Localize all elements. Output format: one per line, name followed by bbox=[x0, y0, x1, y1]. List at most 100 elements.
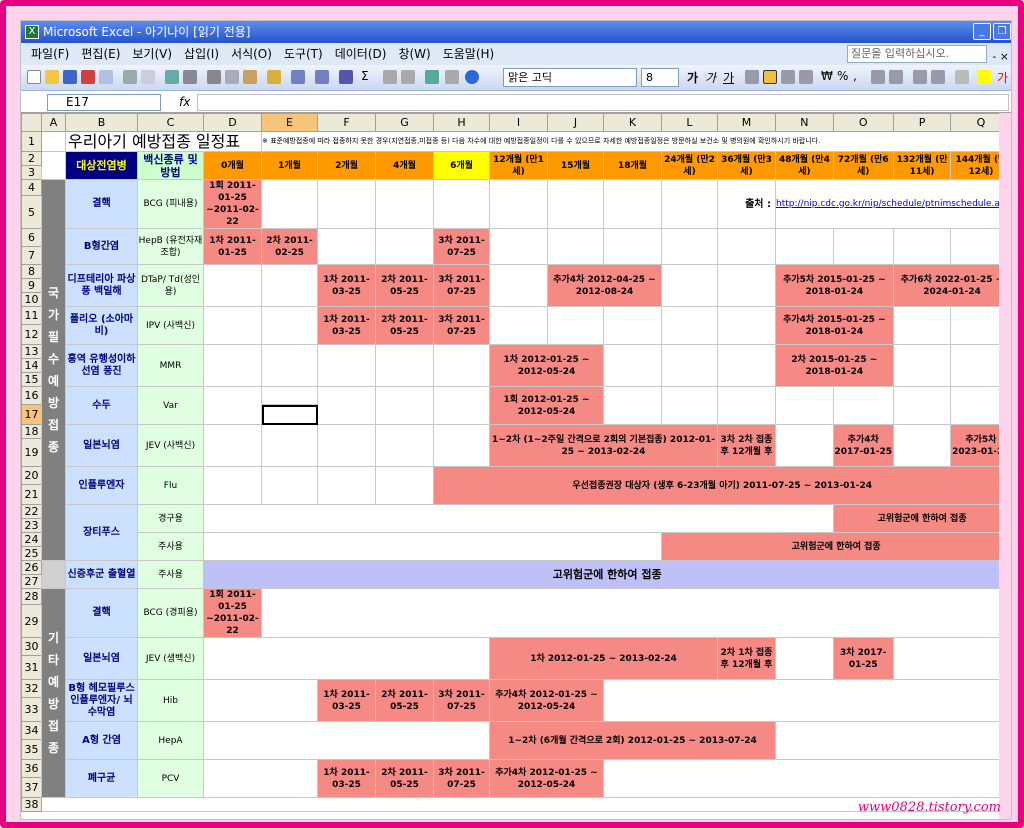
row-header[interactable]: 5 bbox=[21, 195, 42, 229]
font-color-icon[interactable]: 가 bbox=[997, 69, 1008, 86]
row-header[interactable]: 36 bbox=[21, 759, 42, 778]
cell[interactable] bbox=[261, 386, 318, 405]
row-header[interactable]: 8 bbox=[21, 264, 42, 279]
menu-view[interactable]: 보기(V) bbox=[126, 43, 178, 65]
row-header[interactable]: 20 bbox=[21, 466, 42, 485]
vaccine-cell[interactable]: 경구용 bbox=[137, 504, 204, 533]
sort-desc-icon[interactable] bbox=[401, 70, 415, 84]
align-left-icon[interactable] bbox=[745, 70, 759, 84]
header-month[interactable]: 132개월 (만11세) bbox=[892, 151, 952, 180]
schedule-cell[interactable]: 1차 2012-01-25 ~ 2013-02-24 bbox=[489, 637, 718, 680]
row-header[interactable]: 12 bbox=[21, 324, 42, 345]
schedule-cell[interactable]: 2차 2011-02-25 bbox=[261, 228, 318, 265]
paste-icon[interactable] bbox=[243, 70, 257, 84]
font-name-select[interactable]: 맑은 고딕 bbox=[503, 68, 637, 87]
cell[interactable] bbox=[661, 179, 718, 229]
cut-icon[interactable] bbox=[207, 70, 221, 84]
cell[interactable] bbox=[203, 386, 262, 425]
menu-help[interactable]: 도움말(H) bbox=[437, 43, 501, 65]
vaccine-cell[interactable]: JEV (사백신) bbox=[137, 424, 204, 467]
row-header[interactable]: 27 bbox=[21, 574, 42, 589]
schedule-cell[interactable]: 1차 2011-03-25 bbox=[317, 679, 376, 722]
row-header[interactable]: 6 bbox=[21, 228, 42, 247]
disease-cell[interactable]: 디프테리아 파상풍 백일해 bbox=[65, 264, 138, 307]
cell[interactable] bbox=[661, 344, 718, 387]
cell[interactable] bbox=[203, 424, 262, 467]
vaccine-cell[interactable]: PCV bbox=[137, 759, 204, 798]
vaccine-cell[interactable]: JEV (생백신) bbox=[137, 637, 204, 680]
disease-cell[interactable]: 폐구균 bbox=[65, 759, 138, 798]
cell[interactable] bbox=[203, 306, 262, 345]
decrease-indent-icon[interactable] bbox=[913, 70, 927, 84]
row-header[interactable]: 33 bbox=[21, 697, 42, 722]
column-header-m[interactable]: M bbox=[717, 113, 776, 132]
disease-cell[interactable]: 폴리오 (소아마비) bbox=[65, 306, 138, 345]
schedule-cell[interactable]: 고위험군에 한하여 접종 bbox=[832, 504, 1011, 533]
disease-cell[interactable]: 일본뇌염 bbox=[65, 637, 138, 680]
new-icon[interactable] bbox=[27, 70, 41, 84]
cell[interactable] bbox=[433, 424, 490, 467]
increase-indent-icon[interactable] bbox=[931, 70, 945, 84]
help-icon[interactable] bbox=[465, 70, 479, 84]
row-header[interactable]: 29 bbox=[21, 604, 42, 638]
schedule-cell[interactable]: 추가4차 2015-01-25 ~ 2018-01-24 bbox=[775, 306, 894, 345]
sheet-title[interactable]: 우리아기 예방접종 일정표 bbox=[65, 131, 262, 152]
disease-cell[interactable]: B형 헤모필루스 인플루엔자/ 뇌수막염 bbox=[65, 679, 138, 722]
column-header-a[interactable]: A bbox=[41, 113, 66, 132]
cell[interactable] bbox=[317, 179, 376, 229]
schedule-cell[interactable]: 추가6차 2022-01-25 ~ 2024-01-24 bbox=[892, 264, 1011, 307]
cell[interactable] bbox=[489, 264, 548, 307]
schedule-cell[interactable]: 2차 2011-05-25 bbox=[375, 306, 434, 345]
row-header[interactable]: 26 bbox=[21, 560, 42, 575]
italic-button[interactable]: 가 bbox=[705, 69, 716, 86]
comma-icon[interactable]: , bbox=[853, 69, 857, 83]
cell[interactable] bbox=[774, 721, 1011, 760]
permission-icon[interactable] bbox=[81, 70, 95, 84]
minimize-button[interactable]: _ bbox=[973, 23, 991, 40]
disease-cell[interactable]: 결핵 bbox=[65, 179, 138, 229]
cell[interactable] bbox=[547, 306, 604, 345]
column-header-l[interactable]: L bbox=[661, 113, 718, 132]
schedule-cell[interactable]: 1차 2011-03-25 bbox=[317, 264, 376, 307]
vaccine-cell[interactable]: BCG (경피용) bbox=[137, 588, 204, 638]
cell[interactable] bbox=[603, 179, 662, 229]
disease-cell[interactable]: A형 간염 bbox=[65, 721, 138, 760]
row-header[interactable]: 14 bbox=[21, 358, 42, 373]
header-month[interactable]: 2개월 bbox=[317, 151, 376, 180]
cell[interactable] bbox=[775, 386, 834, 425]
cell[interactable] bbox=[203, 466, 262, 505]
header-month[interactable]: 18개월 bbox=[603, 151, 662, 180]
row-header[interactable]: 23 bbox=[21, 518, 42, 533]
disease-cell[interactable]: 홍역 유행성이하선염 풍진 bbox=[65, 344, 138, 387]
disease-cell[interactable]: 인플루엔자 bbox=[65, 466, 138, 505]
disease-cell[interactable]: 신증후군 출혈열 bbox=[65, 560, 138, 589]
fx-icon[interactable]: fx bbox=[179, 95, 190, 109]
row-header[interactable]: 3 bbox=[21, 165, 42, 180]
row-header[interactable]: 17 bbox=[21, 404, 42, 425]
increase-decimal-icon[interactable] bbox=[871, 70, 885, 84]
help-search-input[interactable]: 질문을 입력하십시오. bbox=[847, 45, 987, 63]
row-header[interactable]: 15 bbox=[21, 372, 42, 387]
schedule-cell[interactable]: 2차 2011-05-25 bbox=[375, 264, 434, 307]
cell[interactable] bbox=[602, 679, 1011, 722]
merge-center-icon[interactable] bbox=[799, 70, 813, 84]
cell[interactable] bbox=[375, 386, 434, 425]
cell[interactable] bbox=[261, 424, 318, 467]
column-header-g[interactable]: G bbox=[375, 113, 434, 132]
row-header[interactable]: 11 bbox=[21, 306, 42, 325]
vaccine-cell[interactable]: Var bbox=[137, 386, 204, 425]
schedule-cell[interactable]: 3차 2011-07-25 bbox=[433, 264, 490, 307]
menu-tools[interactable]: 도구(T) bbox=[278, 43, 329, 65]
active-cell-e17[interactable] bbox=[261, 404, 318, 425]
cell[interactable] bbox=[717, 264, 776, 307]
schedule-cell[interactable]: 1회 2012-01-25 ~ 2012-05-24 bbox=[489, 386, 604, 425]
schedule-cell[interactable]: 1차 2012-01-25 ~ 2012-05-24 bbox=[489, 344, 604, 387]
cell[interactable] bbox=[203, 721, 490, 760]
row-header[interactable]: 18 bbox=[21, 424, 42, 439]
bold-button[interactable]: 가 bbox=[687, 69, 698, 86]
schedule-cell[interactable]: 추가4차 2012-01-25 ~ 2012-05-24 bbox=[489, 679, 604, 722]
underline-button[interactable]: 가 bbox=[723, 69, 734, 86]
row-header[interactable]: 9 bbox=[21, 278, 42, 293]
cell[interactable] bbox=[433, 344, 490, 387]
name-box[interactable]: E17 bbox=[47, 94, 161, 111]
